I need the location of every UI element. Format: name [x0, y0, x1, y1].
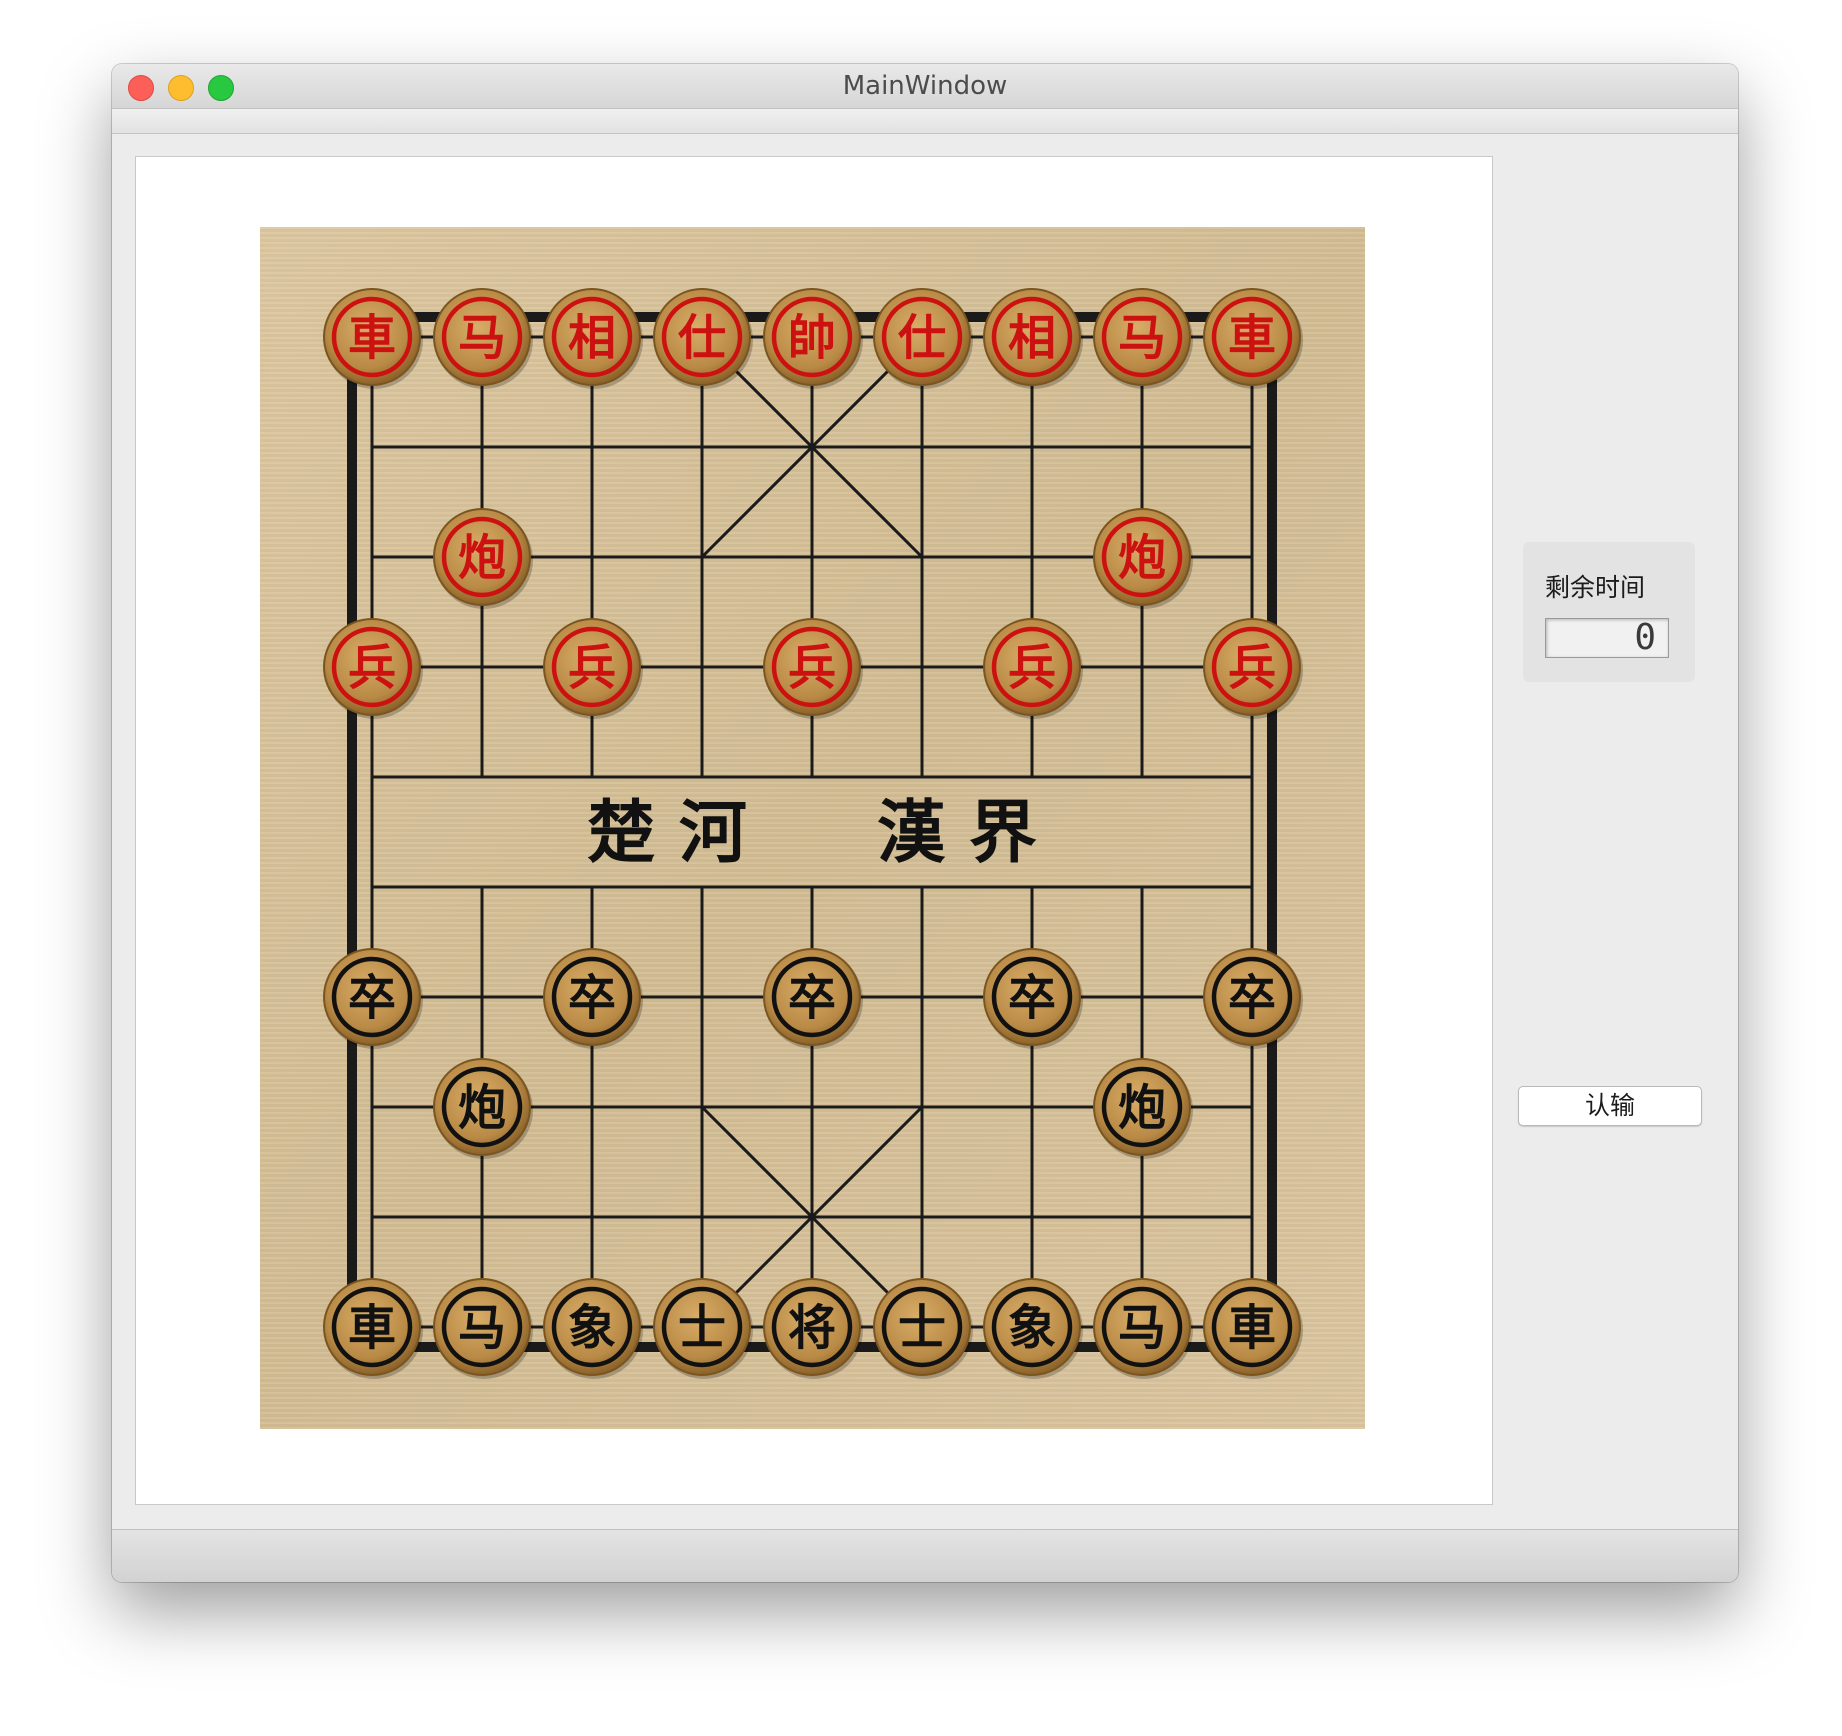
piece-label: 马	[458, 1300, 506, 1356]
piece-label: 炮	[1118, 530, 1166, 586]
piece-black[interactable]: 士	[653, 1278, 753, 1379]
piece-label: 兵	[348, 640, 396, 696]
piece-red[interactable]: 炮	[433, 508, 533, 609]
piece-red[interactable]: 马	[433, 288, 533, 389]
piece-label: 卒	[788, 970, 836, 1026]
piece-label: 炮	[1118, 1080, 1166, 1136]
piece-black[interactable]: 卒	[1203, 948, 1303, 1049]
piece-label: 士	[898, 1300, 946, 1356]
toolbar-strip	[112, 109, 1738, 134]
piece-red[interactable]: 炮	[1093, 508, 1193, 609]
chess-board[interactable]: 楚 河漢 界車马相仕帥仕相马車炮炮兵兵兵兵兵卒卒卒卒卒炮炮車马象士将士象马車	[260, 227, 1365, 1429]
piece-label: 马	[1118, 1300, 1166, 1356]
piece-label: 炮	[458, 530, 506, 586]
piece-label: 車	[348, 1300, 396, 1356]
piece-label: 马	[458, 310, 506, 366]
piece-red[interactable]: 兵	[543, 618, 643, 719]
piece-label: 相	[568, 310, 616, 366]
piece-red[interactable]: 兵	[1203, 618, 1303, 719]
piece-label: 兵	[1008, 640, 1056, 696]
piece-black[interactable]: 马	[1093, 1278, 1193, 1379]
piece-black[interactable]: 士	[873, 1278, 973, 1379]
piece-label: 帥	[788, 310, 836, 366]
piece-black[interactable]: 炮	[433, 1058, 533, 1159]
piece-red[interactable]: 仕	[653, 288, 753, 389]
timer-label: 剩余时间	[1545, 573, 1646, 602]
status-bar	[112, 1529, 1738, 1582]
piece-black[interactable]: 卒	[983, 948, 1083, 1049]
piece-red[interactable]: 車	[323, 288, 423, 389]
piece-red[interactable]: 马	[1093, 288, 1193, 389]
piece-red[interactable]: 相	[543, 288, 643, 389]
piece-black[interactable]: 卒	[763, 948, 863, 1049]
piece-label: 車	[348, 310, 396, 366]
board-frame: 楚 河漢 界車马相仕帥仕相马車炮炮兵兵兵兵兵卒卒卒卒卒炮炮車马象士将士象马車	[135, 156, 1493, 1505]
piece-label: 象	[568, 1300, 616, 1356]
piece-label: 卒	[1008, 970, 1056, 1026]
piece-label: 兵	[788, 640, 836, 696]
timer-group: 剩余时间 0	[1523, 542, 1695, 682]
piece-label: 卒	[348, 970, 396, 1026]
river-label-han: 漢 界	[877, 793, 1037, 873]
title-bar[interactable]: MainWindow	[112, 64, 1738, 109]
piece-red[interactable]: 帥	[763, 288, 863, 389]
piece-label: 马	[1118, 310, 1166, 366]
resign-button[interactable]: 认输	[1518, 1086, 1702, 1126]
piece-label: 仕	[678, 310, 726, 366]
piece-label: 卒	[1228, 970, 1276, 1026]
piece-black[interactable]: 車	[323, 1278, 423, 1379]
piece-label: 車	[1228, 310, 1276, 366]
board-grid: 楚 河漢 界車马相仕帥仕相马車炮 炮兵兵兵兵兵卒卒卒卒卒炮 炮車马象士将士象马車	[323, 288, 1303, 1379]
piece-label: 象	[1008, 1300, 1056, 1356]
main-window: MainWindow 楚 河漢 界車马相仕帥仕相马車炮炮兵兵兵兵兵卒卒卒卒卒炮炮…	[112, 64, 1738, 1582]
piece-label: 炮	[458, 1080, 506, 1136]
piece-red[interactable]: 相	[983, 288, 1083, 389]
piece-red[interactable]: 兵	[323, 618, 423, 719]
piece-red[interactable]: 兵	[983, 618, 1083, 719]
piece-label: 将	[788, 1300, 836, 1356]
piece-label: 車	[1228, 1300, 1276, 1356]
piece-label: 兵	[568, 640, 616, 696]
timer-display: 0	[1545, 618, 1669, 658]
piece-label: 士	[678, 1300, 726, 1356]
piece-label: 相	[1008, 310, 1056, 366]
piece-black[interactable]: 車	[1203, 1278, 1303, 1379]
piece-black[interactable]: 象	[543, 1278, 643, 1379]
river-label-chu: 楚 河	[587, 793, 747, 873]
piece-red[interactable]: 仕	[873, 288, 973, 389]
piece-black[interactable]: 卒	[543, 948, 643, 1049]
piece-black[interactable]: 炮	[1093, 1058, 1193, 1159]
piece-black[interactable]: 卒	[323, 948, 423, 1049]
piece-label: 兵	[1228, 640, 1276, 696]
piece-black[interactable]: 马	[433, 1278, 533, 1379]
piece-black[interactable]: 将	[763, 1278, 863, 1379]
window-title: MainWindow	[842, 71, 1008, 101]
piece-label: 仕	[898, 310, 946, 366]
piece-label: 卒	[568, 970, 616, 1026]
piece-black[interactable]: 象	[983, 1278, 1083, 1379]
piece-red[interactable]: 車	[1203, 288, 1303, 389]
piece-red[interactable]: 兵	[763, 618, 863, 719]
